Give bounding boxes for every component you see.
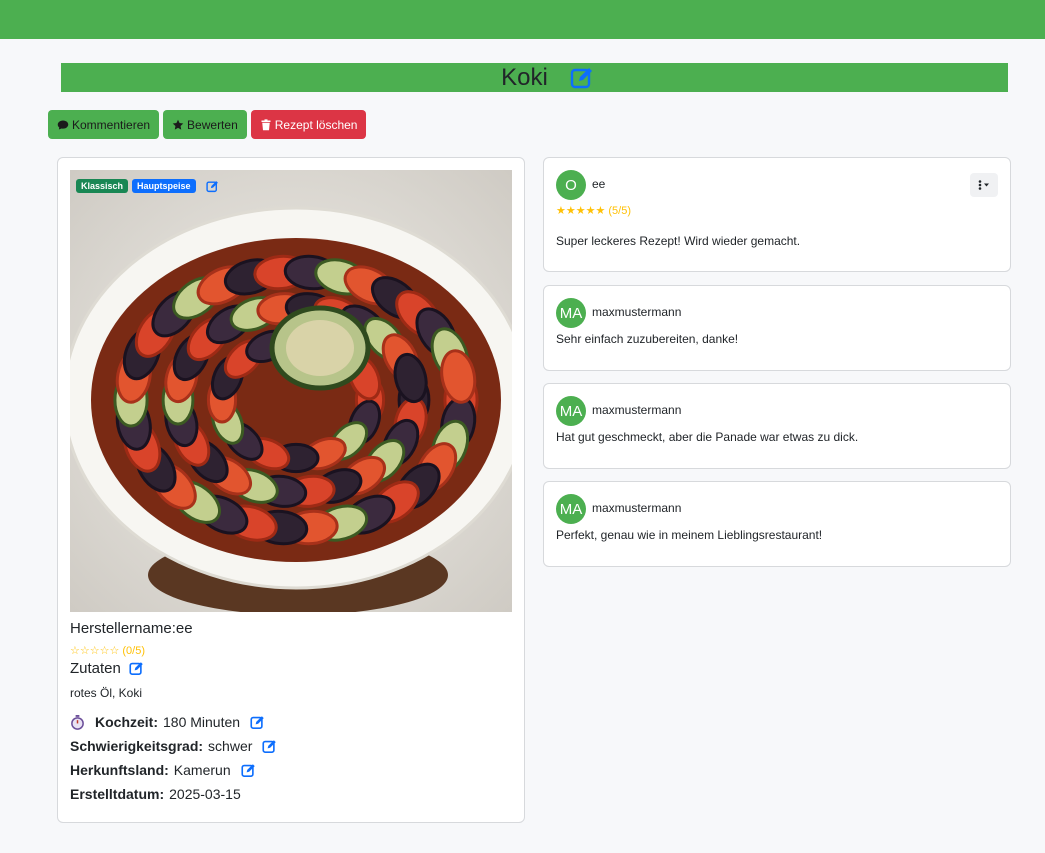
- ingredients-heading: Zutaten: [70, 660, 144, 677]
- difficulty-label: Schwierigkeitsgrad:: [70, 738, 204, 754]
- comment-button-label: Kommentieren: [72, 117, 151, 132]
- comment-text: Hat gut geschmeckt, aber die Panade war …: [556, 430, 859, 444]
- origin-value: Kamerun: [173, 762, 231, 778]
- comment-card: MA maxmustermann Hat gut geschmeckt, abe…: [543, 383, 1011, 469]
- comment-username: maxmustermann: [592, 305, 682, 319]
- delete-recipe-button[interactable]: Rezept löschen: [250, 110, 367, 139]
- origin-row: Herkunftsland: Kamerun: [70, 762, 256, 778]
- cook-time-value: 180 Minuten: [163, 714, 241, 730]
- comment-menu-button[interactable]: [970, 173, 998, 197]
- created-date-value: 2025-03-15: [169, 786, 241, 802]
- created-date-label: Erstelltdatum:: [70, 786, 165, 802]
- action-toolbar: Kommentieren Bewerten Rezept löschen: [48, 110, 367, 139]
- difficulty-value: schwer: [208, 738, 253, 754]
- cook-time-row: Kochzeit: 180 Minuten: [70, 714, 265, 730]
- comment-username: maxmustermann: [592, 403, 682, 417]
- edit-tags-icon[interactable]: [205, 180, 219, 193]
- created-date-row: Erstelltdatum: 2025-03-15: [70, 786, 241, 802]
- origin-label: Herkunftsland:: [70, 762, 169, 778]
- kebab-dropdown-icon: [978, 180, 989, 190]
- comment-card: MA maxmustermann Sehr einfach zuzubereit…: [543, 285, 1011, 371]
- top-navbar: [0, 0, 1045, 39]
- comment-username: ee: [592, 177, 606, 191]
- ingredients-text: rotes Öl, Koki: [70, 686, 143, 700]
- comment-button[interactable]: Kommentieren: [48, 110, 160, 139]
- tag-list: Klassisch Hauptspeise: [76, 179, 219, 193]
- star-icon: [172, 119, 184, 130]
- ratatouille-illustration: [70, 170, 512, 612]
- recipe-image: [70, 170, 512, 612]
- trash-icon: [261, 118, 271, 130]
- edit-origin-icon[interactable]: [241, 763, 256, 778]
- comment-text: Sehr einfach zuzubereiten, danke!: [556, 332, 739, 346]
- recipe-card: Klassisch Hauptspeise Herstellername:ee …: [57, 157, 525, 823]
- avatar: O: [556, 170, 586, 200]
- recipe-title-bar: Koki: [61, 63, 1008, 92]
- cook-time-label: Kochzeit:: [95, 714, 158, 730]
- avatar: MA: [556, 298, 586, 328]
- edit-title-icon[interactable]: [570, 66, 594, 90]
- difficulty-row: Schwierigkeitsgrad: schwer: [70, 738, 277, 754]
- comment-username: maxmustermann: [592, 501, 682, 515]
- page-title: Koki: [501, 63, 548, 91]
- avatar: MA: [556, 494, 586, 524]
- maker-name: Herstellername:ee: [70, 620, 193, 637]
- avatar: MA: [556, 396, 586, 426]
- edit-cook-time-icon[interactable]: [250, 715, 265, 730]
- comment-card: MA maxmustermann Perfekt, genau wie in m…: [543, 481, 1011, 567]
- tag-badge: Hauptspeise: [132, 179, 196, 193]
- ingredients-heading-label: Zutaten: [70, 660, 121, 677]
- edit-ingredients-icon[interactable]: [129, 661, 144, 676]
- rate-button-label: Bewerten: [187, 117, 238, 132]
- comment-rating: ★★★★★ (5/5): [556, 205, 631, 217]
- recipe-rating: ☆☆☆☆☆ (0/5): [70, 645, 145, 657]
- comment-card: O ee ★★★★★ (5/5) Super leckeres Rezept! …: [543, 157, 1011, 272]
- stopwatch-icon: [71, 714, 84, 730]
- tag-badge: Klassisch: [76, 179, 129, 193]
- edit-difficulty-icon[interactable]: [262, 739, 277, 754]
- rate-button[interactable]: Bewerten: [163, 110, 247, 139]
- delete-button-label: Rezept löschen: [274, 117, 358, 132]
- comment-icon: [57, 120, 69, 129]
- comment-text: Super leckeres Rezept! Wird wieder gemac…: [556, 234, 801, 248]
- comment-text: Perfekt, genau wie in meinem Lieblingsre…: [556, 528, 823, 542]
